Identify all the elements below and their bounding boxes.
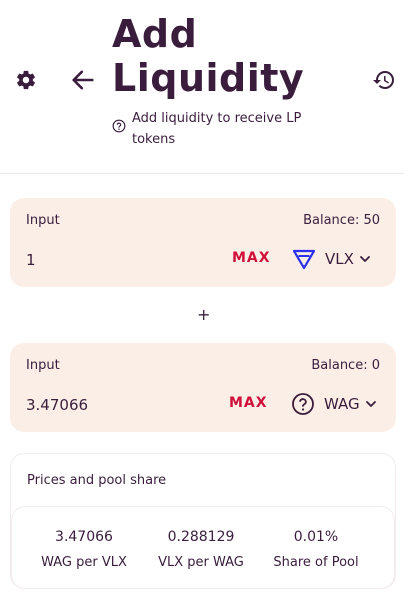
input-label: Input [26, 213, 60, 228]
stat-label: VLX per WAG [158, 555, 244, 570]
input-label: Input [26, 358, 60, 373]
balance-text: Balance: 50 [303, 213, 380, 228]
balance-text: Balance: 0 [311, 358, 380, 373]
token-select-button[interactable]: WAG [291, 389, 377, 419]
plus-icon: + [197, 305, 211, 324]
stat-wag-per-vlx: 3.47066 WAG per VLX [24, 529, 144, 570]
question-circle-icon[interactable] [112, 119, 126, 133]
velas-logo-icon [292, 249, 316, 270]
token-symbol: WAG [324, 395, 360, 413]
page-title: Add Liquidity [112, 12, 305, 100]
stat-label: WAG per VLX [41, 555, 127, 570]
stat-vlx-per-wag: 0.288129 VLX per WAG [141, 529, 261, 570]
question-circle-icon [292, 393, 314, 415]
stat-value: 0.01% [293, 529, 339, 545]
stat-value: 3.47066 [55, 529, 113, 545]
pool-stats: 3.47066 WAG per VLX 0.288129 VLX per WAG… [11, 506, 395, 589]
currency-input-a: Input Balance: 50 MAX VLX [10, 198, 396, 287]
arrow-left-icon[interactable] [69, 66, 97, 94]
max-button[interactable]: MAX [232, 250, 271, 266]
history-icon[interactable] [372, 68, 396, 92]
page-header: Add Liquidity Add liquidity to receive L… [0, 0, 404, 174]
amount-input[interactable] [26, 251, 176, 269]
stat-label: Share of Pool [273, 555, 359, 570]
chevron-down-icon [360, 256, 370, 262]
chevron-down-icon [365, 401, 376, 407]
max-button[interactable]: MAX [229, 395, 268, 411]
amount-input[interactable] [26, 396, 176, 414]
stat-share-of-pool: 0.01% Share of Pool [256, 529, 376, 570]
pool-share-title: Prices and pool share [27, 473, 167, 488]
pool-share-panel: Prices and pool share 3.47066 WAG per VL… [10, 453, 396, 589]
token-symbol: VLX [325, 250, 354, 268]
gear-icon[interactable] [15, 69, 37, 91]
help-text: Add liquidity to receive LP tokens [132, 111, 302, 147]
stat-value: 0.288129 [167, 529, 235, 545]
currency-input-b: Input Balance: 0 MAX WAG [10, 343, 396, 432]
token-select-button[interactable]: VLX [292, 244, 371, 274]
